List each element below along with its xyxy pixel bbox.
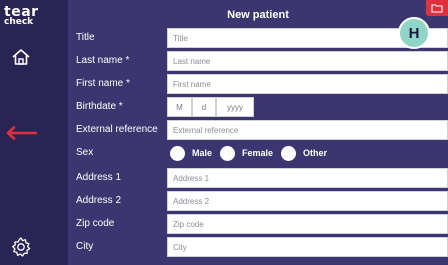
first-name-field[interactable] xyxy=(167,74,448,94)
first-name-label: First name * xyxy=(76,78,130,89)
sex-female-radio[interactable] xyxy=(220,145,236,161)
zip-code-label: Zip code xyxy=(76,218,115,229)
zip-code-row: Zip code xyxy=(68,213,448,235)
sex-other-label[interactable]: Other xyxy=(303,148,327,158)
external-reference-row: External reference xyxy=(68,119,448,141)
last-name-row: Last name * xyxy=(68,50,448,72)
sex-label: Sex xyxy=(76,147,94,158)
title-row: Title xyxy=(68,27,448,49)
address1-field[interactable] xyxy=(167,168,448,188)
external-reference-label: External reference xyxy=(76,124,158,135)
address1-label: Address 1 xyxy=(76,172,122,183)
folder-icon[interactable] xyxy=(426,0,448,16)
address2-label: Address 2 xyxy=(76,195,122,206)
city-label: City xyxy=(76,241,94,252)
settings-gear-icon[interactable] xyxy=(8,234,34,260)
last-name-field[interactable] xyxy=(167,51,448,71)
address2-row: Address 2 xyxy=(68,190,448,212)
help-button[interactable]: H xyxy=(398,17,430,49)
birthdate-row: Birthdate * M d yyyy xyxy=(68,96,448,118)
back-arrow-icon[interactable] xyxy=(4,122,38,144)
sidebar: tear check xyxy=(0,0,68,265)
birth-year-field[interactable]: yyyy xyxy=(216,97,254,117)
address2-field[interactable] xyxy=(167,191,448,211)
app-logo: tear check xyxy=(4,5,44,27)
page-title: New patient xyxy=(227,9,289,21)
first-name-row: First name * xyxy=(68,73,448,95)
sex-male-radio[interactable] xyxy=(170,145,185,161)
city-row: City xyxy=(68,236,448,258)
sex-row: Sex Male Female Other xyxy=(68,142,448,164)
app-frame: tear check New patient Title Title Last … xyxy=(0,0,448,265)
sex-female-label[interactable]: Female xyxy=(242,148,273,158)
address1-row: Address 1 xyxy=(68,167,448,189)
birth-day-field[interactable]: d xyxy=(192,97,216,117)
external-reference-field[interactable] xyxy=(167,120,448,140)
birth-month-field[interactable]: M xyxy=(167,97,192,117)
sex-other-radio[interactable] xyxy=(281,145,297,161)
home-icon[interactable] xyxy=(8,44,34,70)
title-label: Title xyxy=(76,32,95,43)
sex-male-label[interactable]: Male xyxy=(192,148,212,158)
sex-radio-group: Male Female Other xyxy=(170,145,335,161)
birthdate-label: Birthdate * xyxy=(76,101,123,112)
new-patient-form-panel: New patient Title Last name * First name… xyxy=(68,0,448,265)
last-name-label: Last name * xyxy=(76,55,130,66)
title-bar: New patient xyxy=(68,0,448,28)
zip-code-field[interactable] xyxy=(167,214,448,234)
city-field[interactable] xyxy=(167,237,448,257)
